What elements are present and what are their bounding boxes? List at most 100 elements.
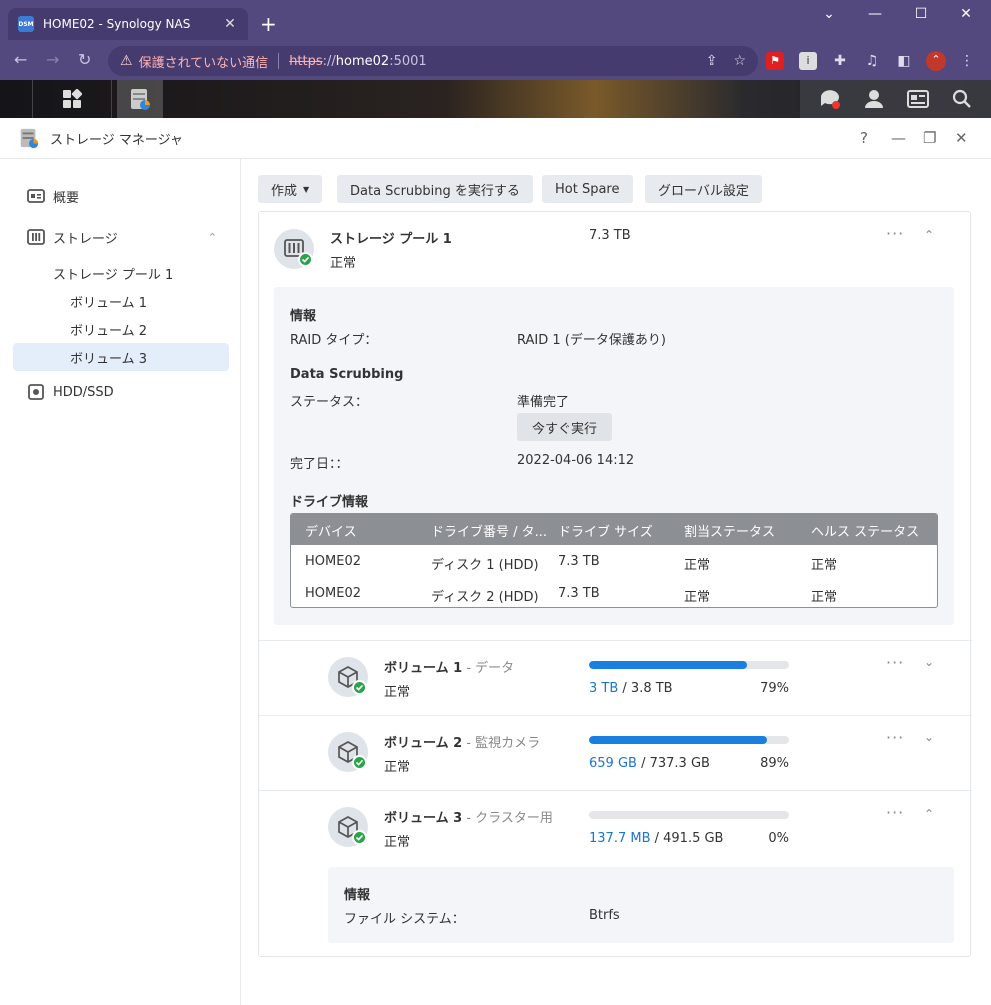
usage-percent: 89% <box>760 756 789 771</box>
cell-device: HOME02 <box>305 586 361 601</box>
warning-icon[interactable]: ⚠ <box>120 53 133 69</box>
usage-bar <box>589 811 789 819</box>
more-options-icon[interactable]: ··· <box>886 224 904 243</box>
chevron-down-icon[interactable]: ⌄ <box>924 655 934 669</box>
run-now-button[interactable]: 今すぐ実行 <box>517 413 612 441</box>
restore-window-icon[interactable]: ❐ <box>923 129 936 147</box>
cell-health: 正常 <box>811 590 838 605</box>
scrub-status-label: ステータス： <box>290 395 369 410</box>
more-options-icon[interactable]: ··· <box>886 728 904 747</box>
volume-status: 正常 <box>384 685 411 700</box>
sidebar: 概要 ストレージ ⌃ ストレージ プール 1 ボリューム 1 ボリューム 2 ボ… <box>0 159 241 1005</box>
url-text: ://home02:5001 <box>323 54 690 69</box>
storage-manager-taskbar-button[interactable] <box>117 80 163 118</box>
total-value: / 737.3 GB <box>641 756 710 771</box>
bookmark-star-icon[interactable]: ☆ <box>733 53 746 69</box>
sidebar-item-label: ストレージ <box>53 231 118 247</box>
column-header[interactable]: ドライブ サイズ <box>558 521 653 540</box>
volume-row[interactable]: ボリューム 3 - クラスター用 正常 137.7 MB / 491.5 GB … <box>259 790 972 957</box>
chevron-up-icon[interactable]: ⌃ <box>924 807 934 821</box>
volume-desc: - 監視カメラ <box>466 736 541 751</box>
browser-menu-icon[interactable]: ⋮ <box>958 52 976 70</box>
info-extension-icon[interactable]: i <box>799 52 817 70</box>
sidebar-item-overview[interactable]: 概要 <box>13 182 229 210</box>
share-icon[interactable]: ⇪ <box>706 53 718 69</box>
sidebar-item-vol1[interactable]: ボリューム 1 <box>13 287 229 315</box>
minimize-icon[interactable]: — <box>864 6 886 22</box>
data-scrubbing-button[interactable]: Data Scrubbing を実行する <box>337 175 533 203</box>
filesystem-value: Btrfs <box>589 908 620 923</box>
cell-drive: ディスク 2 (HDD) <box>431 590 539 605</box>
create-button[interactable]: 作成 ▼ <box>258 175 323 203</box>
maximize-icon[interactable]: ☐ <box>910 6 932 22</box>
sidebar-item-pool[interactable]: ストレージ プール 1 <box>13 259 229 287</box>
usage-text: 659 GB / 737.3 GB <box>589 756 710 771</box>
usage-percent: 0% <box>768 831 789 846</box>
new-tab-icon[interactable]: + <box>260 12 277 36</box>
column-header[interactable]: ドライブ番号 / タ... <box>431 521 547 540</box>
column-header[interactable]: デバイス <box>305 521 357 540</box>
close-icon[interactable]: ✕ <box>955 129 968 147</box>
volume-row[interactable]: ボリューム 1 - データ 正常 3 TB / 3.8 TB 79% ··· ⌄ <box>259 640 972 715</box>
drive-table: デバイス ドライブ番号 / タ... ドライブ サイズ 割当ステータス ヘルス … <box>290 513 938 608</box>
caret-down-icon: ▼ <box>303 184 310 194</box>
address-bar[interactable]: ⚠ 保護されていない通信 https ://home02:5001 ⇪ ☆ <box>108 46 758 76</box>
global-settings-button[interactable]: グローバル設定 <box>645 175 762 203</box>
extensions-puzzle-icon[interactable]: ✚ <box>831 52 849 70</box>
browser-chrome: DSM HOME02 - Synology NAS ✕ + ⌄ — ☐ ✕ ← … <box>0 0 991 80</box>
widgets-icon[interactable] <box>906 89 929 109</box>
hot-spare-button[interactable]: Hot Spare <box>542 175 633 203</box>
tab-search-icon[interactable]: ⌄ <box>818 6 840 22</box>
drive-info-heading: ドライブ情報 <box>290 495 369 510</box>
main-menu-button[interactable] <box>32 80 112 118</box>
close-window-icon[interactable]: ✕ <box>955 6 977 22</box>
user-icon[interactable] <box>864 89 884 109</box>
volume-title: ボリューム 2 - 監視カメラ <box>384 732 540 751</box>
cell-size: 7.3 TB <box>558 554 600 569</box>
usage-bar <box>589 661 789 669</box>
browser-tab[interactable]: DSM HOME02 - Synology NAS ✕ <box>8 8 248 40</box>
url-separator: :// <box>322 53 336 69</box>
usage-percent: 79% <box>760 681 789 696</box>
cell-drive: ディスク 1 (HDD) <box>431 558 539 573</box>
scrubbing-heading: Data Scrubbing <box>290 367 404 382</box>
tab-close-icon[interactable]: ✕ <box>222 16 238 32</box>
column-header[interactable]: 割当ステータス <box>684 521 775 540</box>
more-options-icon[interactable]: ··· <box>886 803 904 822</box>
info-heading: 情報 <box>290 309 317 324</box>
reload-icon[interactable]: ↻ <box>78 50 91 69</box>
check-circle-icon <box>352 755 367 770</box>
pool-info-panel: 情報 RAID タイプ： RAID 1 (データ保護あり) Data Scrub… <box>274 287 954 625</box>
raid-type-label: RAID タイプ： <box>290 333 378 348</box>
chevron-up-icon[interactable]: ⌃ <box>208 231 217 244</box>
overview-icon <box>27 189 45 203</box>
pool-name: ストレージ プール 1 <box>330 232 452 247</box>
notifications-icon[interactable] <box>819 88 841 110</box>
minimize-window-icon[interactable]: — <box>891 129 906 147</box>
sidebar-item-vol3[interactable]: ボリューム 3 <box>13 343 229 371</box>
sidebar-item-storage[interactable]: ストレージ ⌃ <box>13 223 229 251</box>
side-panel-icon[interactable]: ◧ <box>895 52 913 70</box>
forward-icon[interactable]: → <box>46 50 59 69</box>
column-header[interactable]: ヘルス ステータス <box>811 521 919 540</box>
volume-info-panel: 情報 ファイル システム： Btrfs <box>328 867 954 943</box>
profile-avatar-icon[interactable]: ⌃ <box>926 51 946 71</box>
chevron-down-icon[interactable]: ⌄ <box>924 730 934 744</box>
storage-pool-card: ストレージ プール 1 正常 7.3 TB ··· ⌃ 情報 RAID タイプ：… <box>258 211 972 957</box>
more-options-icon[interactable]: ··· <box>886 653 904 672</box>
search-icon[interactable] <box>952 89 972 109</box>
volume-icon <box>328 732 368 772</box>
sidebar-item-vol2[interactable]: ボリューム 2 <box>13 315 229 343</box>
pdf-extension-icon[interactable]: ⚑ <box>766 52 784 70</box>
usage-text: 137.7 MB / 491.5 GB <box>589 831 723 846</box>
help-icon[interactable]: ? <box>860 129 868 147</box>
sidebar-item-label: 概要 <box>53 190 80 206</box>
chevron-up-icon[interactable]: ⌃ <box>924 228 934 242</box>
volume-row[interactable]: ボリューム 2 - 監視カメラ 正常 659 GB / 737.3 GB 89%… <box>259 715 972 790</box>
sidebar-item-hdd[interactable]: HDD/SSD <box>13 378 229 406</box>
security-warning[interactable]: 保護されていない通信 <box>139 52 269 71</box>
back-icon[interactable]: ← <box>14 50 27 69</box>
hdd-icon <box>28 384 44 400</box>
media-queue-icon[interactable]: ♫ <box>863 52 881 70</box>
cell-health: 正常 <box>811 558 838 573</box>
